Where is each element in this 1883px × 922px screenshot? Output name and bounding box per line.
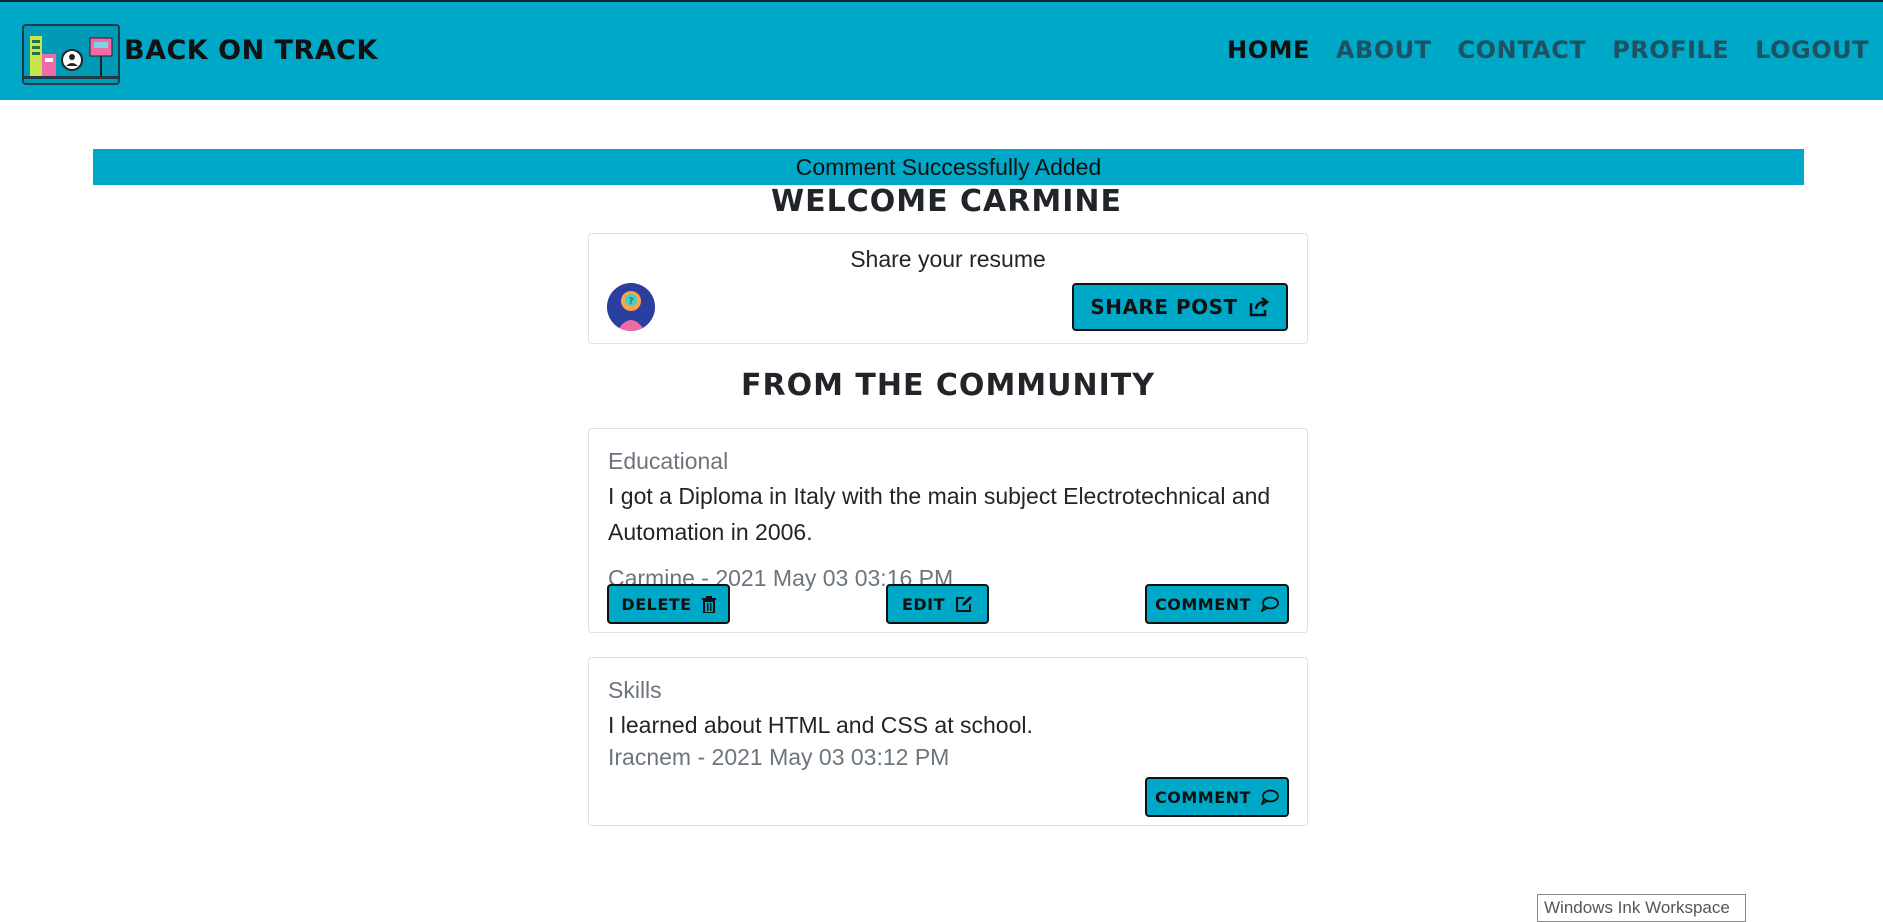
brand-name[interactable]: BACK ON TRACK [124,35,378,66]
brand-logo[interactable] [22,24,120,85]
post-body: I learned about HTML and CSS at school. [608,712,1033,738]
logo-illustration-icon [24,36,118,79]
edit-button[interactable]: EDIT [886,584,989,624]
avatar: ? [607,283,655,331]
delete-label: DELETE [621,594,692,614]
comment-button[interactable]: COMMENT [1145,777,1289,817]
share-post-label: SHARE POST [1090,295,1238,319]
nav-menu: HOME ABOUT CONTACT PROFILE LOGOUT [1227,36,1869,64]
post-category: Educational [608,448,729,474]
edit-label: EDIT [901,594,946,614]
share-icon [1249,297,1269,317]
post-category: Skills [608,677,662,703]
nav-about[interactable]: ABOUT [1336,36,1432,64]
nav-profile[interactable]: PROFILE [1612,36,1729,64]
post-card: Educational I got a Diploma in Italy wit… [588,428,1308,633]
user-avatar-icon: ? [607,283,655,331]
share-resume-card: Share your resume ? SHARE POST [588,233,1308,344]
post-card: Skills I learned about HTML and CSS at s… [588,657,1308,826]
comment-icon [1260,596,1279,612]
comment-button[interactable]: COMMENT [1145,584,1289,624]
navbar: BACK ON TRACK HOME ABOUT CONTACT PROFILE… [0,0,1883,100]
success-alert: Comment Successfully Added [93,149,1804,185]
nav-contact[interactable]: CONTACT [1458,36,1587,64]
share-resume-prompt: Share your resume [850,246,1046,272]
comment-label: COMMENT [1155,594,1251,614]
share-post-button[interactable]: SHARE POST [1072,283,1288,331]
nav-logout[interactable]: LOGOUT [1755,36,1869,64]
post-body: I got a Diploma in Italy with the main s… [608,483,1271,545]
windows-ink-workspace-tooltip[interactable]: Windows Ink Workspace [1537,894,1746,922]
trash-icon [701,595,716,613]
nav-home[interactable]: HOME [1227,36,1310,64]
svg-text:?: ? [629,297,634,307]
delete-button[interactable]: DELETE [607,584,730,624]
comment-label: COMMENT [1155,787,1251,807]
post-meta: Iracnem - 2021 May 03 03:12 PM [608,744,950,770]
comment-icon [1260,789,1279,805]
welcome-heading: WELCOME CARMINE [771,184,1122,219]
edit-icon [956,596,973,612]
community-heading: FROM THE COMMUNITY [741,368,1155,403]
